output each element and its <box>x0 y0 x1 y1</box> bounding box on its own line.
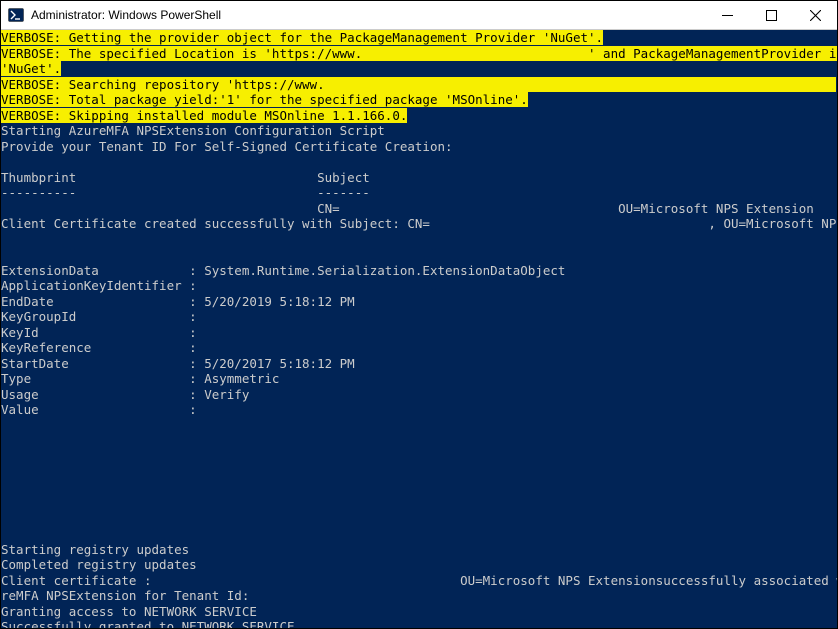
terminal-line: ApplicationKeyIdentifier : <box>1 278 837 294</box>
terminal-line: Client certificate : OU=Microsoft NPS Ex… <box>1 573 837 589</box>
terminal-line: VERBOSE: The specified Location is 'http… <box>1 46 837 62</box>
terminal-line: VERBOSE: Total package yield:'1' for the… <box>1 92 837 108</box>
close-button[interactable] <box>793 1 837 29</box>
terminal-line: Type : Asymmetric <box>1 371 837 387</box>
terminal-line: Thumbprint Subject <box>1 170 837 186</box>
terminal-line <box>1 480 837 496</box>
terminal-line <box>1 247 837 263</box>
terminal-line <box>1 232 837 248</box>
terminal-line: 'NuGet'. <box>1 61 837 77</box>
terminal-line: reMFA NPSExtension for Tenant Id: <box>1 588 837 604</box>
terminal-line: VERBOSE: Getting the provider object for… <box>1 30 837 46</box>
terminal-line: Provide your Tenant ID For Self-Signed C… <box>1 139 837 155</box>
powershell-window: Administrator: Windows PowerShell VERBOS… <box>0 0 838 629</box>
terminal-line: Usage : Verify <box>1 387 837 403</box>
terminal-line: StartDate : 5/20/2017 5:18:12 PM <box>1 356 837 372</box>
terminal-line: VERBOSE: Skipping installed module MSOnl… <box>1 108 837 124</box>
window-controls <box>705 1 837 29</box>
terminal-line: EndDate : 5/20/2019 5:18:12 PM <box>1 294 837 310</box>
powershell-icon <box>5 5 27 25</box>
terminal-viewport[interactable]: VERBOSE: Getting the provider object for… <box>1 30 837 628</box>
terminal-line: ---------- ------- <box>1 185 837 201</box>
terminal-line: KeyId : <box>1 325 837 341</box>
terminal-line: Granting access to NETWORK SERVICE <box>1 604 837 620</box>
terminal-line <box>1 526 837 542</box>
titlebar[interactable]: Administrator: Windows PowerShell <box>1 1 837 30</box>
terminal-line <box>1 464 837 480</box>
terminal-line: Starting AzureMFA NPSExtension Configura… <box>1 123 837 139</box>
terminal-line: Client Certificate created successfully … <box>1 216 837 232</box>
terminal-line: Completed registry updates <box>1 557 837 573</box>
terminal-line <box>1 511 837 527</box>
minimize-button[interactable] <box>705 1 749 29</box>
maximize-button[interactable] <box>749 1 793 29</box>
terminal-line <box>1 495 837 511</box>
window-title: Administrator: Windows PowerShell <box>31 8 705 22</box>
terminal-line: Starting registry updates <box>1 542 837 558</box>
terminal-line: CN= OU=Microsoft NPS Extension <box>1 201 837 217</box>
terminal-line <box>1 154 837 170</box>
terminal-line <box>1 418 837 434</box>
terminal-line <box>1 433 837 449</box>
terminal-line: ExtensionData : System.Runtime.Serializa… <box>1 263 837 279</box>
terminal-line: Successfully granted to NETWORK SERVICE <box>1 619 837 628</box>
terminal-line: Value : <box>1 402 837 418</box>
terminal-line <box>1 449 837 465</box>
terminal-line: KeyGroupId : <box>1 309 837 325</box>
terminal-line: VERBOSE: Searching repository 'https://w… <box>1 77 837 93</box>
terminal-line: KeyReference : <box>1 340 837 356</box>
